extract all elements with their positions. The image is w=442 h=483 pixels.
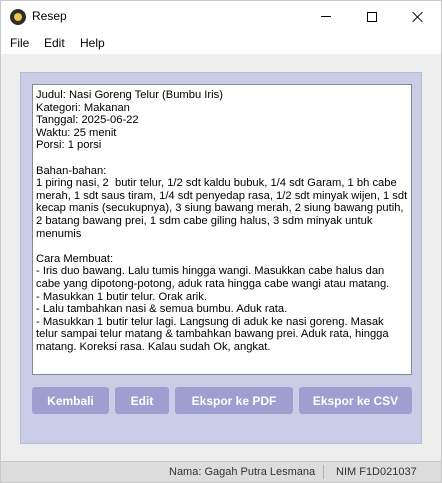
- app-icon: [10, 9, 26, 25]
- menu-edit[interactable]: Edit: [44, 36, 65, 50]
- status-divider: [323, 465, 324, 479]
- menu-help[interactable]: Help: [80, 36, 105, 50]
- back-button[interactable]: Kembali: [32, 387, 109, 414]
- minimize-button[interactable]: [303, 1, 349, 32]
- recipe-text-area[interactable]: Judul: Nasi Goreng Telur (Bumbu Iris) Ka…: [32, 84, 412, 375]
- title-bar[interactable]: Resep: [1, 1, 441, 32]
- close-button[interactable]: [395, 1, 441, 32]
- status-student-name: Nama: Gagah Putra Lesmana: [169, 466, 316, 478]
- maximize-button[interactable]: [349, 1, 395, 32]
- export-csv-button[interactable]: Ekspor ke CSV: [299, 387, 412, 414]
- window-title: Resep: [32, 9, 67, 23]
- status-student-nim: NIM F1D021037: [336, 466, 417, 478]
- recipe-panel: Judul: Nasi Goreng Telur (Bumbu Iris) Ka…: [20, 72, 422, 444]
- status-bar: Nama: Gagah Putra Lesmana NIM F1D021037: [1, 461, 441, 482]
- app-window: Resep File Edit Help Judul: Nasi Goreng …: [0, 0, 442, 483]
- close-icon: [412, 11, 424, 23]
- menu-file[interactable]: File: [10, 36, 29, 50]
- edit-button[interactable]: Edit: [115, 387, 169, 414]
- menu-bar: File Edit Help: [1, 32, 441, 54]
- maximize-icon: [367, 11, 377, 22]
- minimize-icon: [321, 16, 331, 17]
- export-pdf-button[interactable]: Ekspor ke PDF: [175, 387, 293, 414]
- client-area: Judul: Nasi Goreng Telur (Bumbu Iris) Ka…: [1, 54, 441, 482]
